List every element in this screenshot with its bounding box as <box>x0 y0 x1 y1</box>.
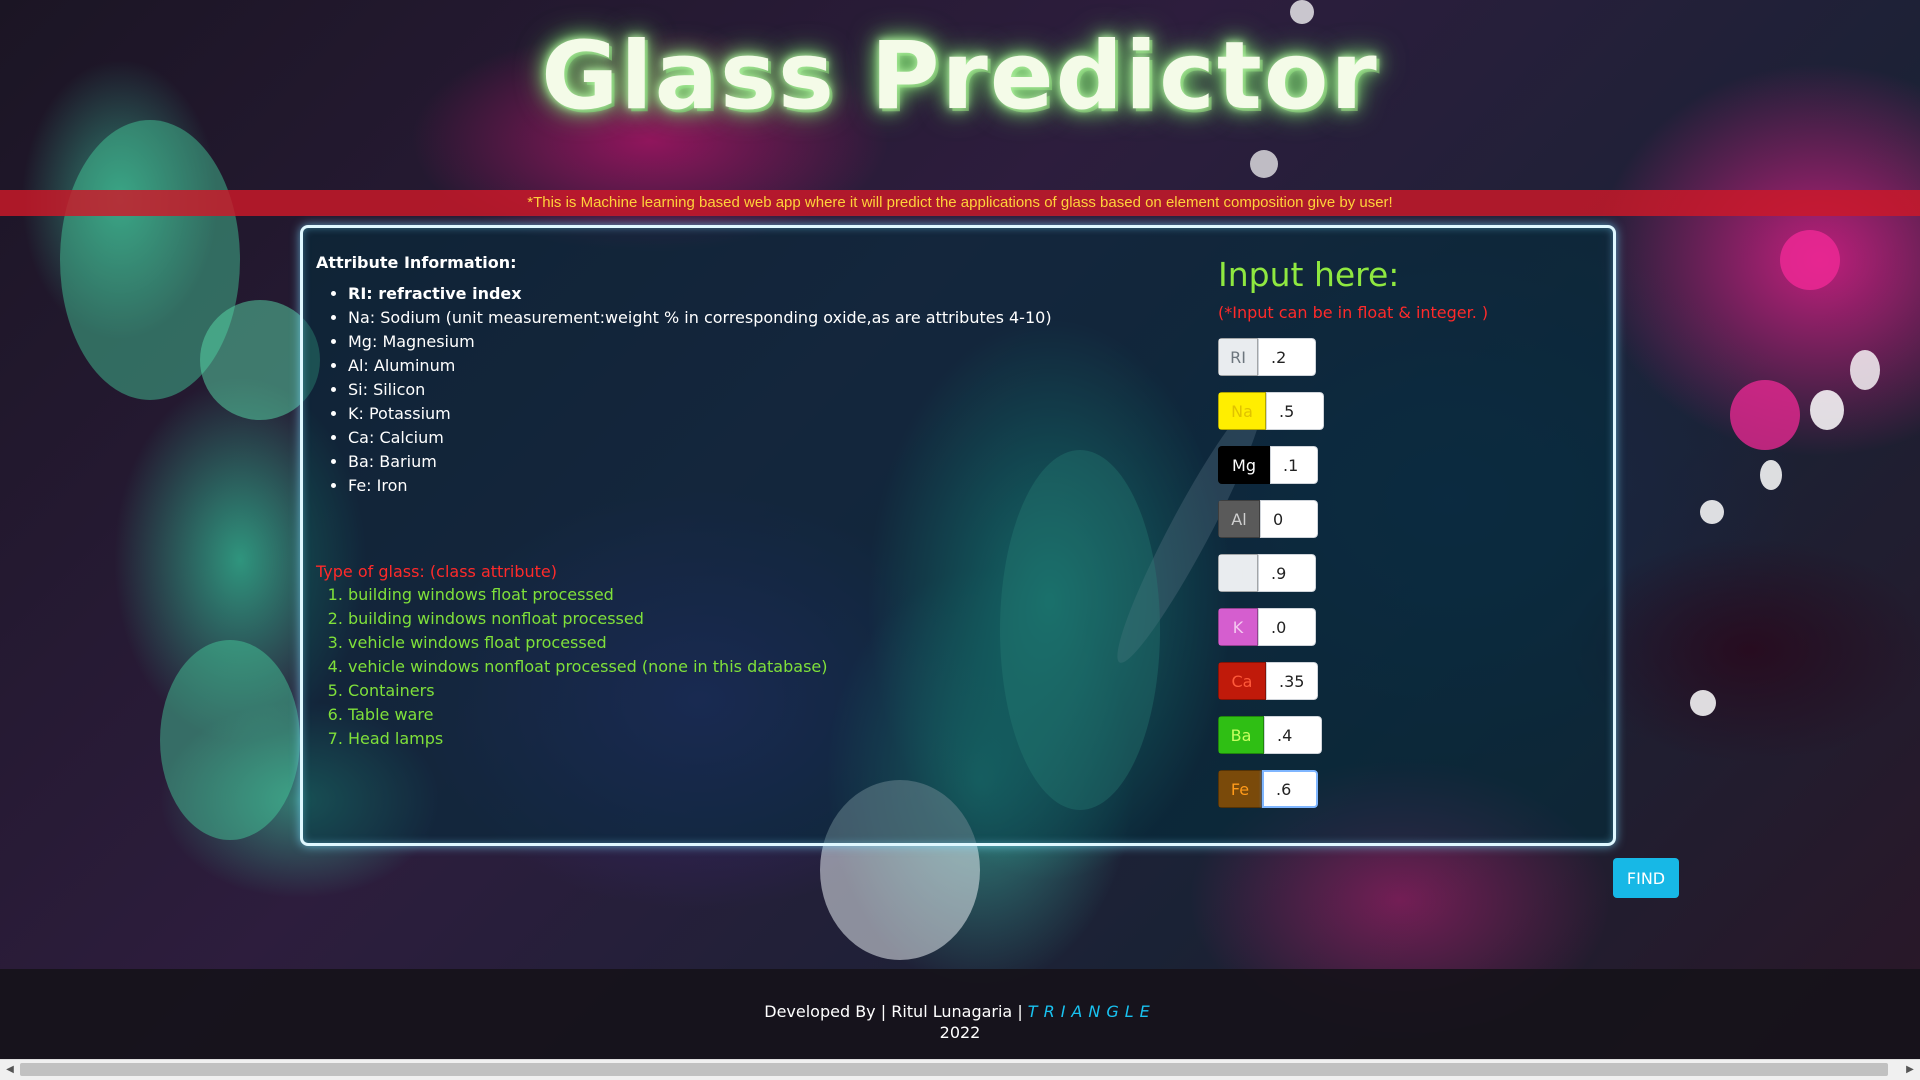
scroll-right-icon[interactable]: ▶ <box>1900 1060 1920 1080</box>
horizontal-scrollbar[interactable]: ◀ ▶ <box>0 1059 1920 1080</box>
footer-brand: TRIANGLE <box>1027 1002 1156 1021</box>
ca-label: Ca <box>1218 662 1266 700</box>
al-label: Al <box>1218 500 1260 538</box>
scroll-left-icon[interactable]: ◀ <box>0 1060 20 1080</box>
decor-blob <box>1690 690 1716 716</box>
ca-field: Ca <box>1218 662 1318 700</box>
si-field: Si <box>1218 554 1316 592</box>
decor-blob <box>1850 350 1880 390</box>
glass-type-item: Head lamps <box>348 727 1052 751</box>
find-button[interactable]: FIND <box>1613 858 1679 898</box>
page-title: Glass Predictor <box>541 22 1379 131</box>
input-heading: Input here: <box>1218 255 1400 294</box>
glass-type-item: building windows nonfloat processed <box>348 607 1052 631</box>
input-note: (*Input can be in float & integer. ) <box>1218 303 1489 322</box>
fe-label: Fe <box>1218 770 1262 808</box>
attribute-list: RI: refractive index Na: Sodium (unit me… <box>316 282 1052 498</box>
mg-field: Mg <box>1218 446 1318 484</box>
al-input[interactable] <box>1260 500 1318 538</box>
mg-label: Mg <box>1218 446 1270 484</box>
na-input[interactable] <box>1266 392 1324 430</box>
footer-year: 2022 <box>939 1023 981 1042</box>
attribute-item: Si: Silicon <box>348 378 1052 402</box>
info-banner: *This is Machine learning based web app … <box>0 190 1920 216</box>
attribute-item: K: Potassium <box>348 402 1052 426</box>
ca-input[interactable] <box>1266 662 1318 700</box>
si-label: Si <box>1218 554 1258 592</box>
k-field: K <box>1218 608 1316 646</box>
decor-blob <box>1810 390 1844 430</box>
scrollbar-thumb[interactable] <box>20 1063 1888 1076</box>
attribute-item: Ba: Barium <box>348 450 1052 474</box>
decor-blob <box>1760 460 1782 490</box>
ba-label: Ba <box>1218 716 1264 754</box>
decor-blob <box>1250 150 1278 178</box>
attribute-item: Fe: Iron <box>348 474 1052 498</box>
attribute-item: Ca: Calcium <box>348 426 1052 450</box>
glass-type-heading: Type of glass: (class attribute) <box>316 562 557 581</box>
attribute-info-section: Attribute Information: RI: refractive in… <box>316 253 1052 751</box>
decor-blob <box>1290 0 1314 24</box>
si-input[interactable] <box>1258 554 1316 592</box>
na-label: Na <box>1218 392 1266 430</box>
fe-input[interactable] <box>1262 770 1318 808</box>
ri-field: RI <box>1218 338 1316 376</box>
glass-type-list: building windows float processed buildin… <box>316 583 1052 751</box>
k-input[interactable] <box>1258 608 1316 646</box>
glass-type-item: Table ware <box>348 703 1052 727</box>
attribute-item: Na: Sodium (unit measurement:weight % in… <box>348 306 1052 330</box>
fe-field: Fe <box>1218 770 1318 808</box>
glass-type-item: vehicle windows float processed <box>348 631 1052 655</box>
ri-label: RI <box>1218 338 1258 376</box>
input-section: Input here: (*Input can be in float & in… <box>1218 255 1489 808</box>
attribute-item: Mg: Magnesium <box>348 330 1052 354</box>
ba-field: Ba <box>1218 716 1322 754</box>
footer-developed: Developed By | Ritul Lunagaria | <box>764 1002 1023 1021</box>
attribute-item: RI: refractive index <box>348 282 1052 306</box>
attribute-info-heading: Attribute Information: <box>316 253 517 272</box>
ri-input[interactable] <box>1258 338 1316 376</box>
glass-type-item: vehicle windows nonfloat processed (none… <box>348 655 1052 679</box>
k-label: K <box>1218 608 1258 646</box>
ba-input[interactable] <box>1264 716 1322 754</box>
attribute-item: Al: Aluminum <box>348 354 1052 378</box>
main-panel: Attribute Information: RI: refractive in… <box>300 225 1616 846</box>
decor-blob <box>1700 500 1724 524</box>
footer: Developed By | Ritul Lunagaria | TRIANGL… <box>0 969 1920 1059</box>
glass-type-item: building windows float processed <box>348 583 1052 607</box>
na-field: Na <box>1218 392 1324 430</box>
al-field: Al <box>1218 500 1318 538</box>
mg-input[interactable] <box>1270 446 1318 484</box>
decor-blob <box>1780 230 1840 290</box>
footer-credit: Developed By | Ritul Lunagaria | TRIANGL… <box>0 1002 1920 1021</box>
glass-type-item: Containers <box>348 679 1052 703</box>
decor-blob <box>1730 380 1800 450</box>
decor-blob <box>160 640 300 840</box>
